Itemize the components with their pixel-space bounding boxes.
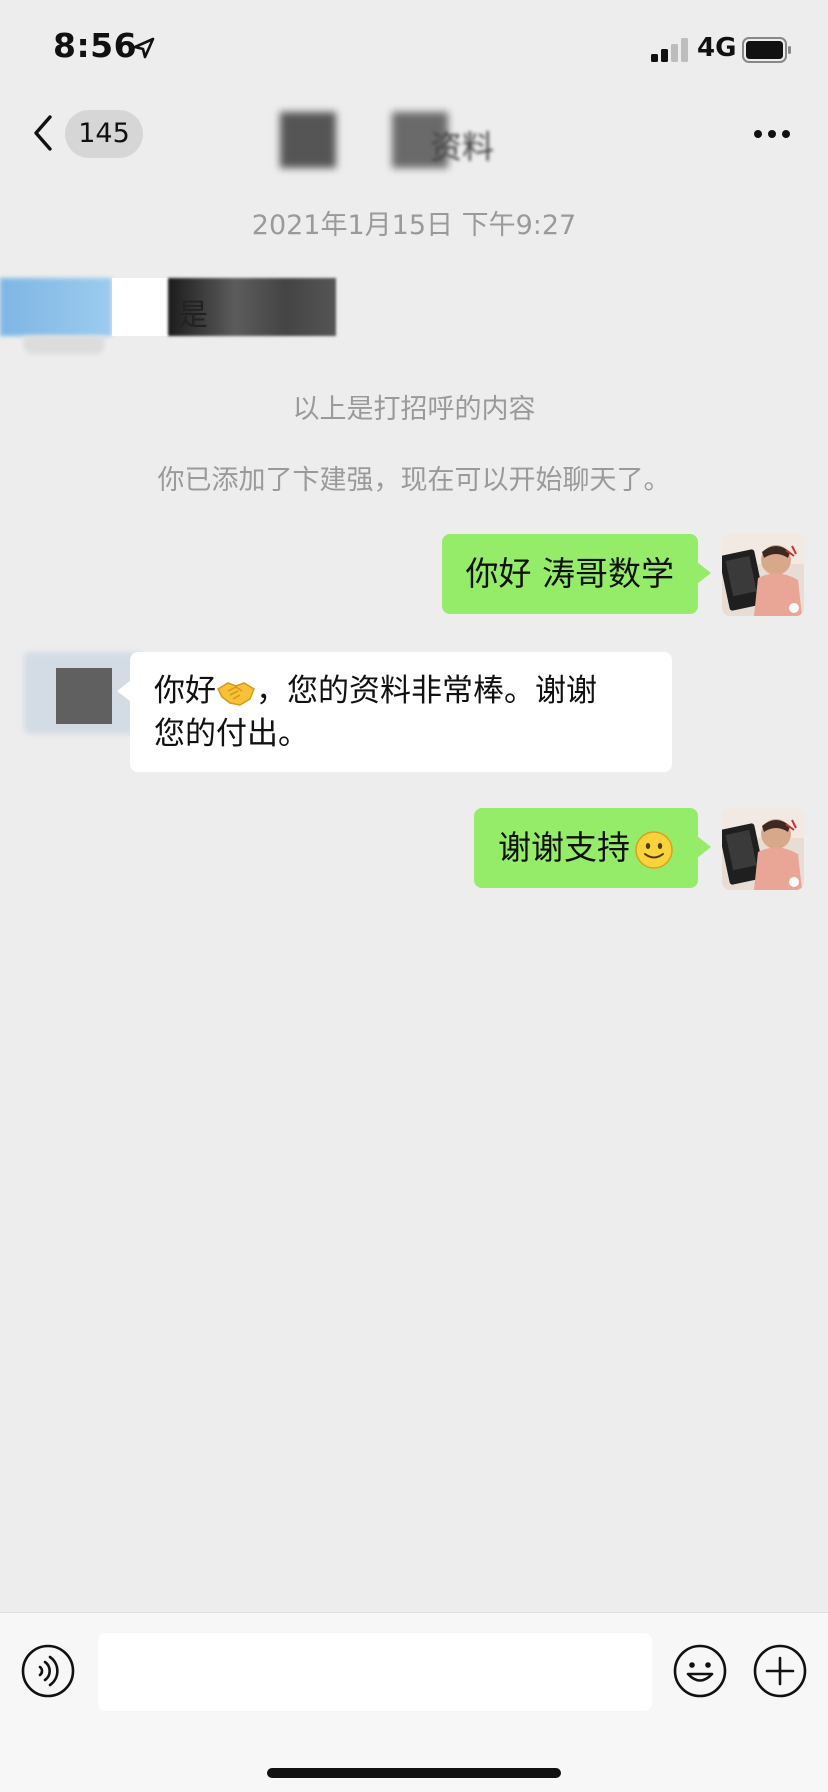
handshake-emoji-icon [217, 681, 255, 706]
message-text: 你好 [154, 673, 216, 709]
outgoing-message-bubble[interactable]: 你好 涛哥数学 [441, 534, 711, 614]
outgoing-message-bubble[interactable]: 谢谢支持 [474, 808, 711, 888]
smiling-face-emoji-icon [635, 830, 673, 869]
message-line: 您的付出。 [154, 713, 648, 756]
redacted-shadow [24, 336, 104, 354]
chat-screen: 8:56 4G 145 资料 2021年1月15日 下午9:27 是 以上是打招… [0, 0, 828, 1792]
chat-title: 资料 [280, 110, 600, 168]
emoji-picker-icon[interactable] [672, 1643, 728, 1699]
my-avatar[interactable] [722, 534, 804, 616]
redacted-block [112, 278, 170, 336]
redacted-avatar [0, 278, 112, 336]
system-note: 以上是打招呼的内容 [292, 394, 536, 425]
unread-count-badge[interactable]: 145 [65, 110, 143, 158]
status-time: 8:56 [53, 26, 138, 65]
my-avatar[interactable] [722, 808, 804, 890]
input-bar [0, 1612, 828, 1792]
greeting-card: 是 [0, 278, 360, 358]
voice-input-icon[interactable] [20, 1643, 76, 1699]
contact-avatar[interactable] [24, 652, 144, 734]
status-bar: 8:56 4G [0, 0, 828, 100]
plus-more-icon[interactable] [752, 1643, 808, 1699]
message-text: 谢谢支持 [498, 828, 630, 867]
chat-title-text: 资料 [430, 128, 495, 166]
message-text: 您的付出。 [154, 716, 309, 752]
redacted-block [280, 112, 336, 168]
system-note: 你已添加了卞建强，现在可以开始聊天了。 [157, 465, 671, 496]
location-arrow-icon [133, 37, 155, 59]
redacted-block [56, 668, 112, 724]
signal-icon [651, 38, 688, 62]
back-chevron-icon[interactable] [28, 112, 58, 154]
message-text: 你好 涛哥数学 [465, 554, 675, 593]
message-line: 你好 ，您的资料非常棒。谢谢 [154, 670, 648, 713]
network-label: 4G [697, 33, 737, 63]
home-indicator [267, 1768, 561, 1778]
greeting-text: 是 [178, 298, 208, 333]
message-input[interactable] [98, 1633, 652, 1711]
nav-bar: 145 资料 [0, 100, 828, 200]
message-text: ，您的资料非常棒。谢谢 [256, 673, 597, 709]
incoming-message-bubble[interactable]: 你好 ，您的资料非常棒。谢谢 您的付出。 [117, 652, 672, 772]
battery-icon [742, 37, 791, 63]
message-timestamp: 2021年1月15日 下午9:27 [251, 210, 577, 241]
more-options-icon[interactable] [752, 128, 792, 140]
